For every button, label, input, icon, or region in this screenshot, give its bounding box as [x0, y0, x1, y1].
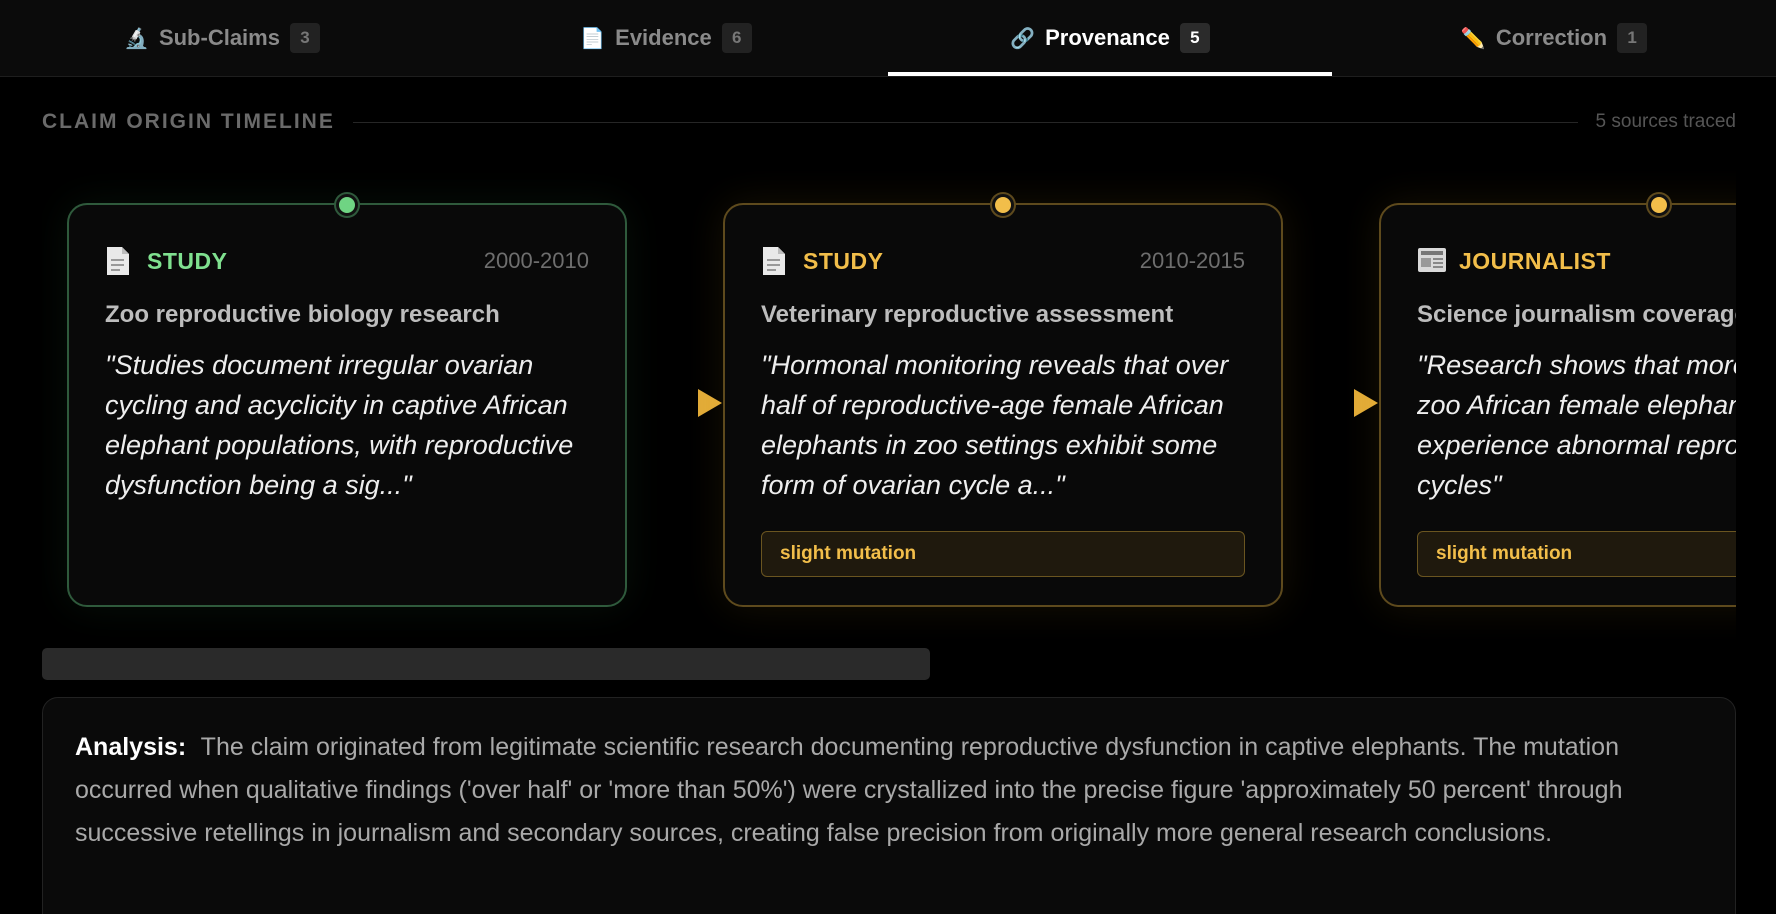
mutation-badge: slight mutation [761, 531, 1245, 577]
tab-evidence[interactable]: 📄 Evidence 6 [444, 0, 888, 76]
timeline-header: CLAIM ORIGIN TIMELINE 5 sources traced [42, 108, 1736, 136]
tab-label: Sub-Claims [158, 25, 280, 50]
timeline-node-dot [992, 194, 1014, 216]
pencil-icon: ✏️ [1460, 27, 1486, 50]
link-icon: 🔗 [1010, 27, 1036, 50]
mutation-badge: slight mutation [1417, 531, 1736, 577]
document-icon [105, 246, 131, 276]
timeline-card[interactable]: STUDY 2010-2015 Veterinary reproductive … [723, 194, 1283, 607]
document-icon [761, 246, 787, 276]
tab-sub-claims[interactable]: 🔬 Sub-Claims 3 [0, 0, 444, 76]
source-quote: "Hormonal monitoring reveals that over h… [761, 350, 1229, 500]
tab-label: Evidence [615, 25, 712, 50]
timeline-node-dot [1648, 194, 1670, 216]
source-years: 2000-2010 [483, 248, 589, 273]
divider [352, 121, 1578, 123]
tab-count-badge: 5 [1179, 23, 1210, 53]
source-type: STUDY [147, 247, 228, 274]
microscope-icon: 🔬 [124, 27, 149, 50]
arrow-right-icon [1354, 389, 1378, 417]
source-quote: "Studies document irregular ovarian cycl… [105, 350, 574, 500]
document-icon: 📄 [580, 27, 606, 50]
source-type: JOURNALIST [1459, 247, 1611, 274]
source-type: STUDY [803, 247, 884, 274]
tab-correction[interactable]: ✏️ Correction 1 [1332, 0, 1776, 76]
tab-bar: 🔬 Sub-Claims 3 📄 Evidence 6 🔗 Provenance… [0, 0, 1776, 77]
source-quote: "Research shows that more than 50% of zo… [1417, 350, 1736, 500]
tab-label: Provenance [1045, 25, 1170, 50]
analysis-label: Analysis: [75, 733, 187, 761]
tab-label: Correction [1495, 25, 1608, 50]
source-title: Science journalism coverage [1417, 301, 1736, 328]
section-title: CLAIM ORIGIN TIMELINE [42, 110, 335, 133]
timeline-scroller[interactable]: STUDY 2000-2010 Zoo reproductive biology… [42, 165, 1736, 645]
arrow-right-icon [698, 389, 722, 417]
source-title: Veterinary reproductive assessment [761, 301, 1174, 328]
analysis-text: The claim originated from legitimate sci… [75, 733, 1623, 847]
timeline-card[interactable]: JOURNALIST Science journalism coverage "… [1379, 194, 1736, 607]
tab-count-badge: 3 [289, 23, 320, 53]
sources-count: 5 sources traced [1595, 111, 1736, 132]
tab-provenance[interactable]: 🔗 Provenance 5 [888, 0, 1332, 76]
tab-count-badge: 6 [721, 23, 752, 53]
analysis-panel: Analysis: The claim originated from legi… [42, 697, 1736, 914]
timeline-node-dot [336, 194, 358, 216]
source-years: 2010-2015 [1139, 248, 1245, 273]
newspaper-icon [1417, 246, 1446, 276]
source-title: Zoo reproductive biology research [105, 301, 500, 328]
timeline-scrollbar[interactable] [42, 648, 930, 680]
tab-count-badge: 1 [1617, 23, 1648, 53]
timeline-card[interactable]: STUDY 2000-2010 Zoo reproductive biology… [67, 194, 627, 607]
